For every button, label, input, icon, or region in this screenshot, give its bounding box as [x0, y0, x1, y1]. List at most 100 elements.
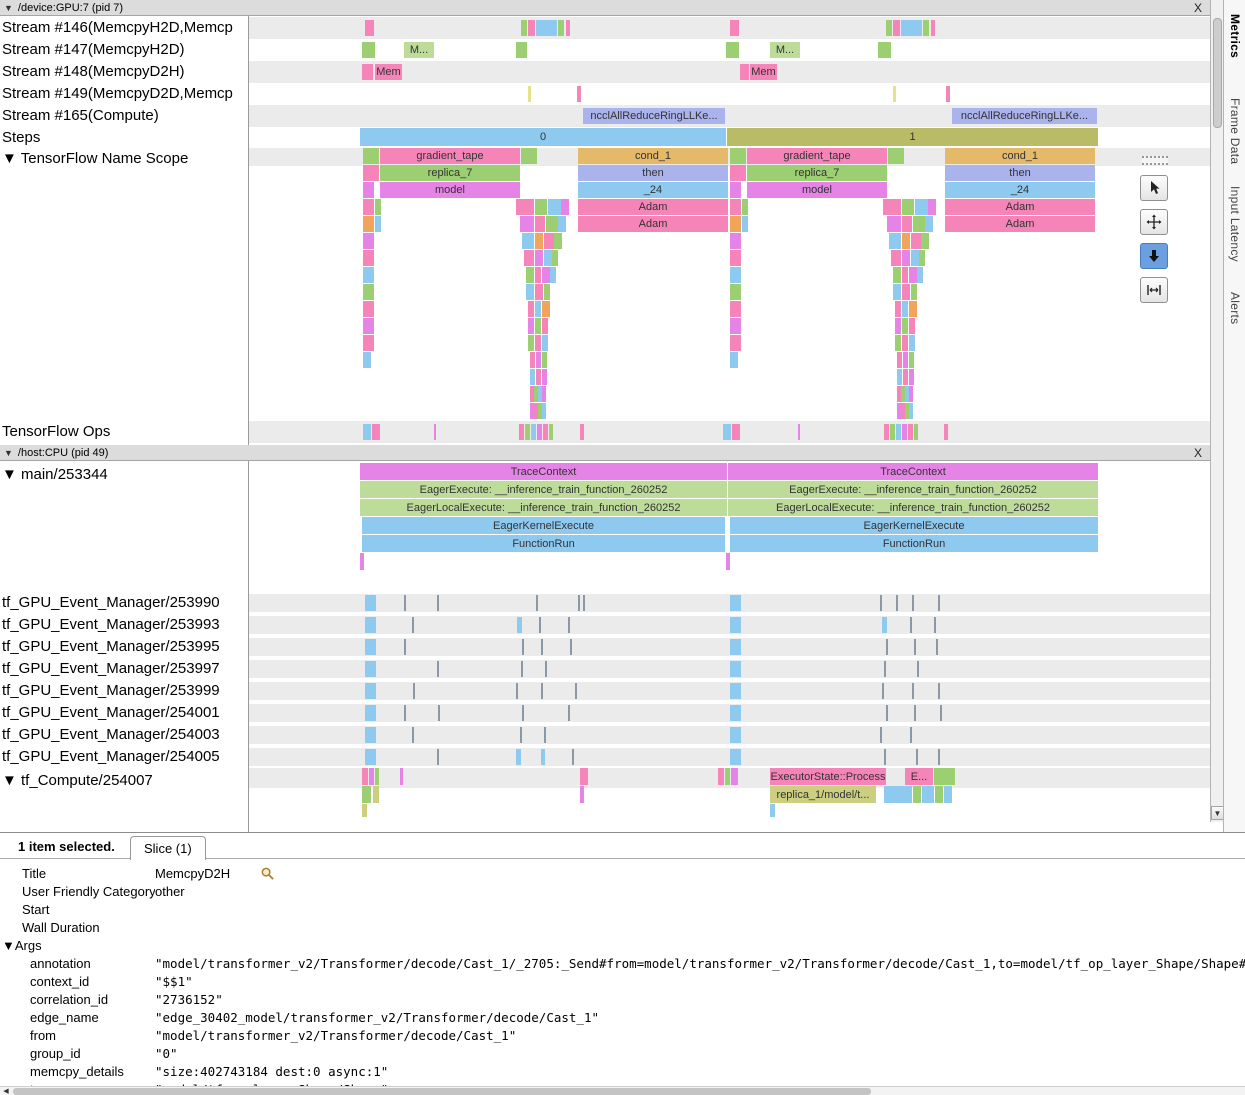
trace-event[interactable] — [730, 661, 741, 677]
tab-alerts[interactable]: Alerts — [1228, 292, 1242, 324]
trace-event-gradient-tape[interactable]: gradient_tape — [747, 148, 887, 164]
trace-event[interactable] — [542, 403, 546, 419]
trace-event[interactable] — [363, 352, 371, 368]
trace-event[interactable] — [583, 595, 585, 611]
trace-event[interactable] — [362, 64, 373, 80]
trace-event[interactable] — [575, 683, 577, 699]
trace-event[interactable] — [544, 284, 550, 300]
trace-event[interactable] — [730, 301, 741, 317]
trace-event[interactable] — [363, 267, 374, 283]
trace-event[interactable] — [542, 318, 548, 334]
trace-event[interactable] — [909, 403, 913, 419]
trace-event-functionrun[interactable]: FunctionRun — [362, 535, 725, 552]
trace-event[interactable] — [917, 661, 919, 677]
trace-event[interactable] — [893, 20, 900, 36]
trace-event[interactable] — [888, 148, 904, 164]
trace-event[interactable] — [524, 250, 534, 266]
trace-event-1[interactable]: 1 — [727, 128, 1098, 146]
trace-event[interactable] — [541, 749, 545, 765]
vertical-scrollbar-thumb[interactable] — [1213, 18, 1222, 128]
collapse-cpu-icon[interactable]: ▼ — [4, 448, 13, 458]
trace-event[interactable] — [911, 233, 921, 249]
trace-event[interactable] — [730, 267, 741, 283]
trace-event-then[interactable]: then — [578, 165, 728, 181]
trace-event[interactable] — [363, 284, 374, 300]
trace-event[interactable] — [580, 786, 584, 803]
trace-event[interactable] — [919, 250, 925, 266]
trace-event[interactable] — [944, 424, 948, 440]
track-label-tensorflow-name-scope[interactable]: ▼ TensorFlow Name Scope — [2, 150, 188, 167]
trace-event[interactable] — [561, 199, 569, 215]
trace-event-adam[interactable]: Adam — [945, 199, 1095, 215]
close-gpu-button[interactable]: X — [1194, 1, 1202, 15]
trace-event[interactable] — [923, 20, 929, 36]
trace-event[interactable] — [365, 639, 376, 655]
trace-event[interactable] — [730, 182, 741, 198]
trace-event[interactable] — [718, 768, 724, 785]
trace-event[interactable] — [412, 727, 414, 743]
trace-event[interactable] — [882, 683, 884, 699]
trace-event[interactable] — [400, 768, 403, 785]
trace-event[interactable] — [520, 727, 522, 743]
trace-event[interactable] — [373, 786, 379, 803]
trace-event[interactable] — [725, 768, 730, 785]
trace-event[interactable] — [362, 42, 375, 58]
trace-event-adam[interactable]: Adam — [578, 199, 728, 215]
trace-event[interactable] — [938, 595, 940, 611]
tab-input-latency[interactable]: Input Latency — [1228, 186, 1242, 262]
trace-event[interactable] — [542, 267, 550, 283]
trace-event[interactable] — [521, 20, 527, 36]
trace-event[interactable] — [730, 595, 741, 611]
trace-event[interactable] — [544, 233, 554, 249]
trace-event[interactable] — [909, 301, 917, 317]
trace-event-model[interactable]: model — [747, 182, 887, 198]
trace-event[interactable] — [516, 749, 521, 765]
trace-event[interactable] — [935, 786, 943, 803]
trace-event-m[interactable]: M... — [404, 42, 434, 58]
trace-event[interactable] — [548, 199, 561, 215]
horizontal-scrollbar-thumb[interactable] — [13, 1088, 871, 1095]
trace-event[interactable] — [535, 250, 543, 266]
palette-grip-handle[interactable] — [1142, 156, 1168, 165]
trace-event[interactable] — [730, 318, 741, 334]
trace-event[interactable] — [363, 335, 374, 351]
trace-event[interactable] — [528, 20, 535, 36]
trace-event[interactable] — [530, 352, 535, 368]
trace-event[interactable] — [730, 683, 741, 699]
trace-event[interactable] — [730, 20, 739, 36]
trace-event[interactable] — [570, 639, 572, 655]
trace-event[interactable] — [363, 216, 374, 232]
trace-event[interactable] — [544, 727, 546, 743]
close-cpu-button[interactable]: X — [1194, 446, 1202, 460]
trace-event[interactable] — [902, 216, 912, 232]
trace-event[interactable] — [934, 617, 936, 633]
trace-event-then[interactable]: then — [945, 165, 1095, 181]
trace-event[interactable] — [902, 301, 908, 317]
trace-event-adam[interactable]: Adam — [578, 216, 728, 232]
trace-event[interactable] — [726, 553, 730, 570]
trace-event-adam[interactable]: Adam — [945, 216, 1095, 232]
trace-event[interactable] — [413, 683, 415, 699]
trace-event-eagerlocalexecute-inference-train-function-26025[interactable]: EagerLocalExecute: __inference_train_fun… — [360, 499, 727, 516]
trace-event[interactable] — [921, 233, 929, 249]
trace-event[interactable] — [931, 20, 935, 36]
trace-event[interactable] — [537, 424, 542, 440]
trace-event[interactable] — [910, 617, 912, 633]
trace-event-m[interactable]: M... — [770, 42, 800, 58]
trace-event[interactable] — [880, 727, 882, 743]
trace-event[interactable] — [742, 216, 748, 232]
trace-event[interactable] — [363, 148, 379, 164]
trace-event[interactable] — [887, 216, 901, 232]
trace-event[interactable] — [893, 284, 901, 300]
trace-event-tracecontext[interactable]: TraceContext — [728, 463, 1098, 480]
trace-event[interactable] — [902, 424, 907, 440]
trace-event[interactable] — [902, 284, 910, 300]
trace-event[interactable] — [742, 199, 748, 215]
trace-event[interactable] — [362, 768, 368, 785]
trace-event[interactable] — [913, 786, 921, 803]
trace-event[interactable] — [535, 318, 541, 334]
trace-event[interactable] — [913, 216, 925, 232]
trace-event[interactable] — [884, 786, 912, 803]
trace-event-replica-1-model-t[interactable]: replica_1/model/t... — [770, 786, 876, 803]
trace-event[interactable] — [891, 250, 901, 266]
